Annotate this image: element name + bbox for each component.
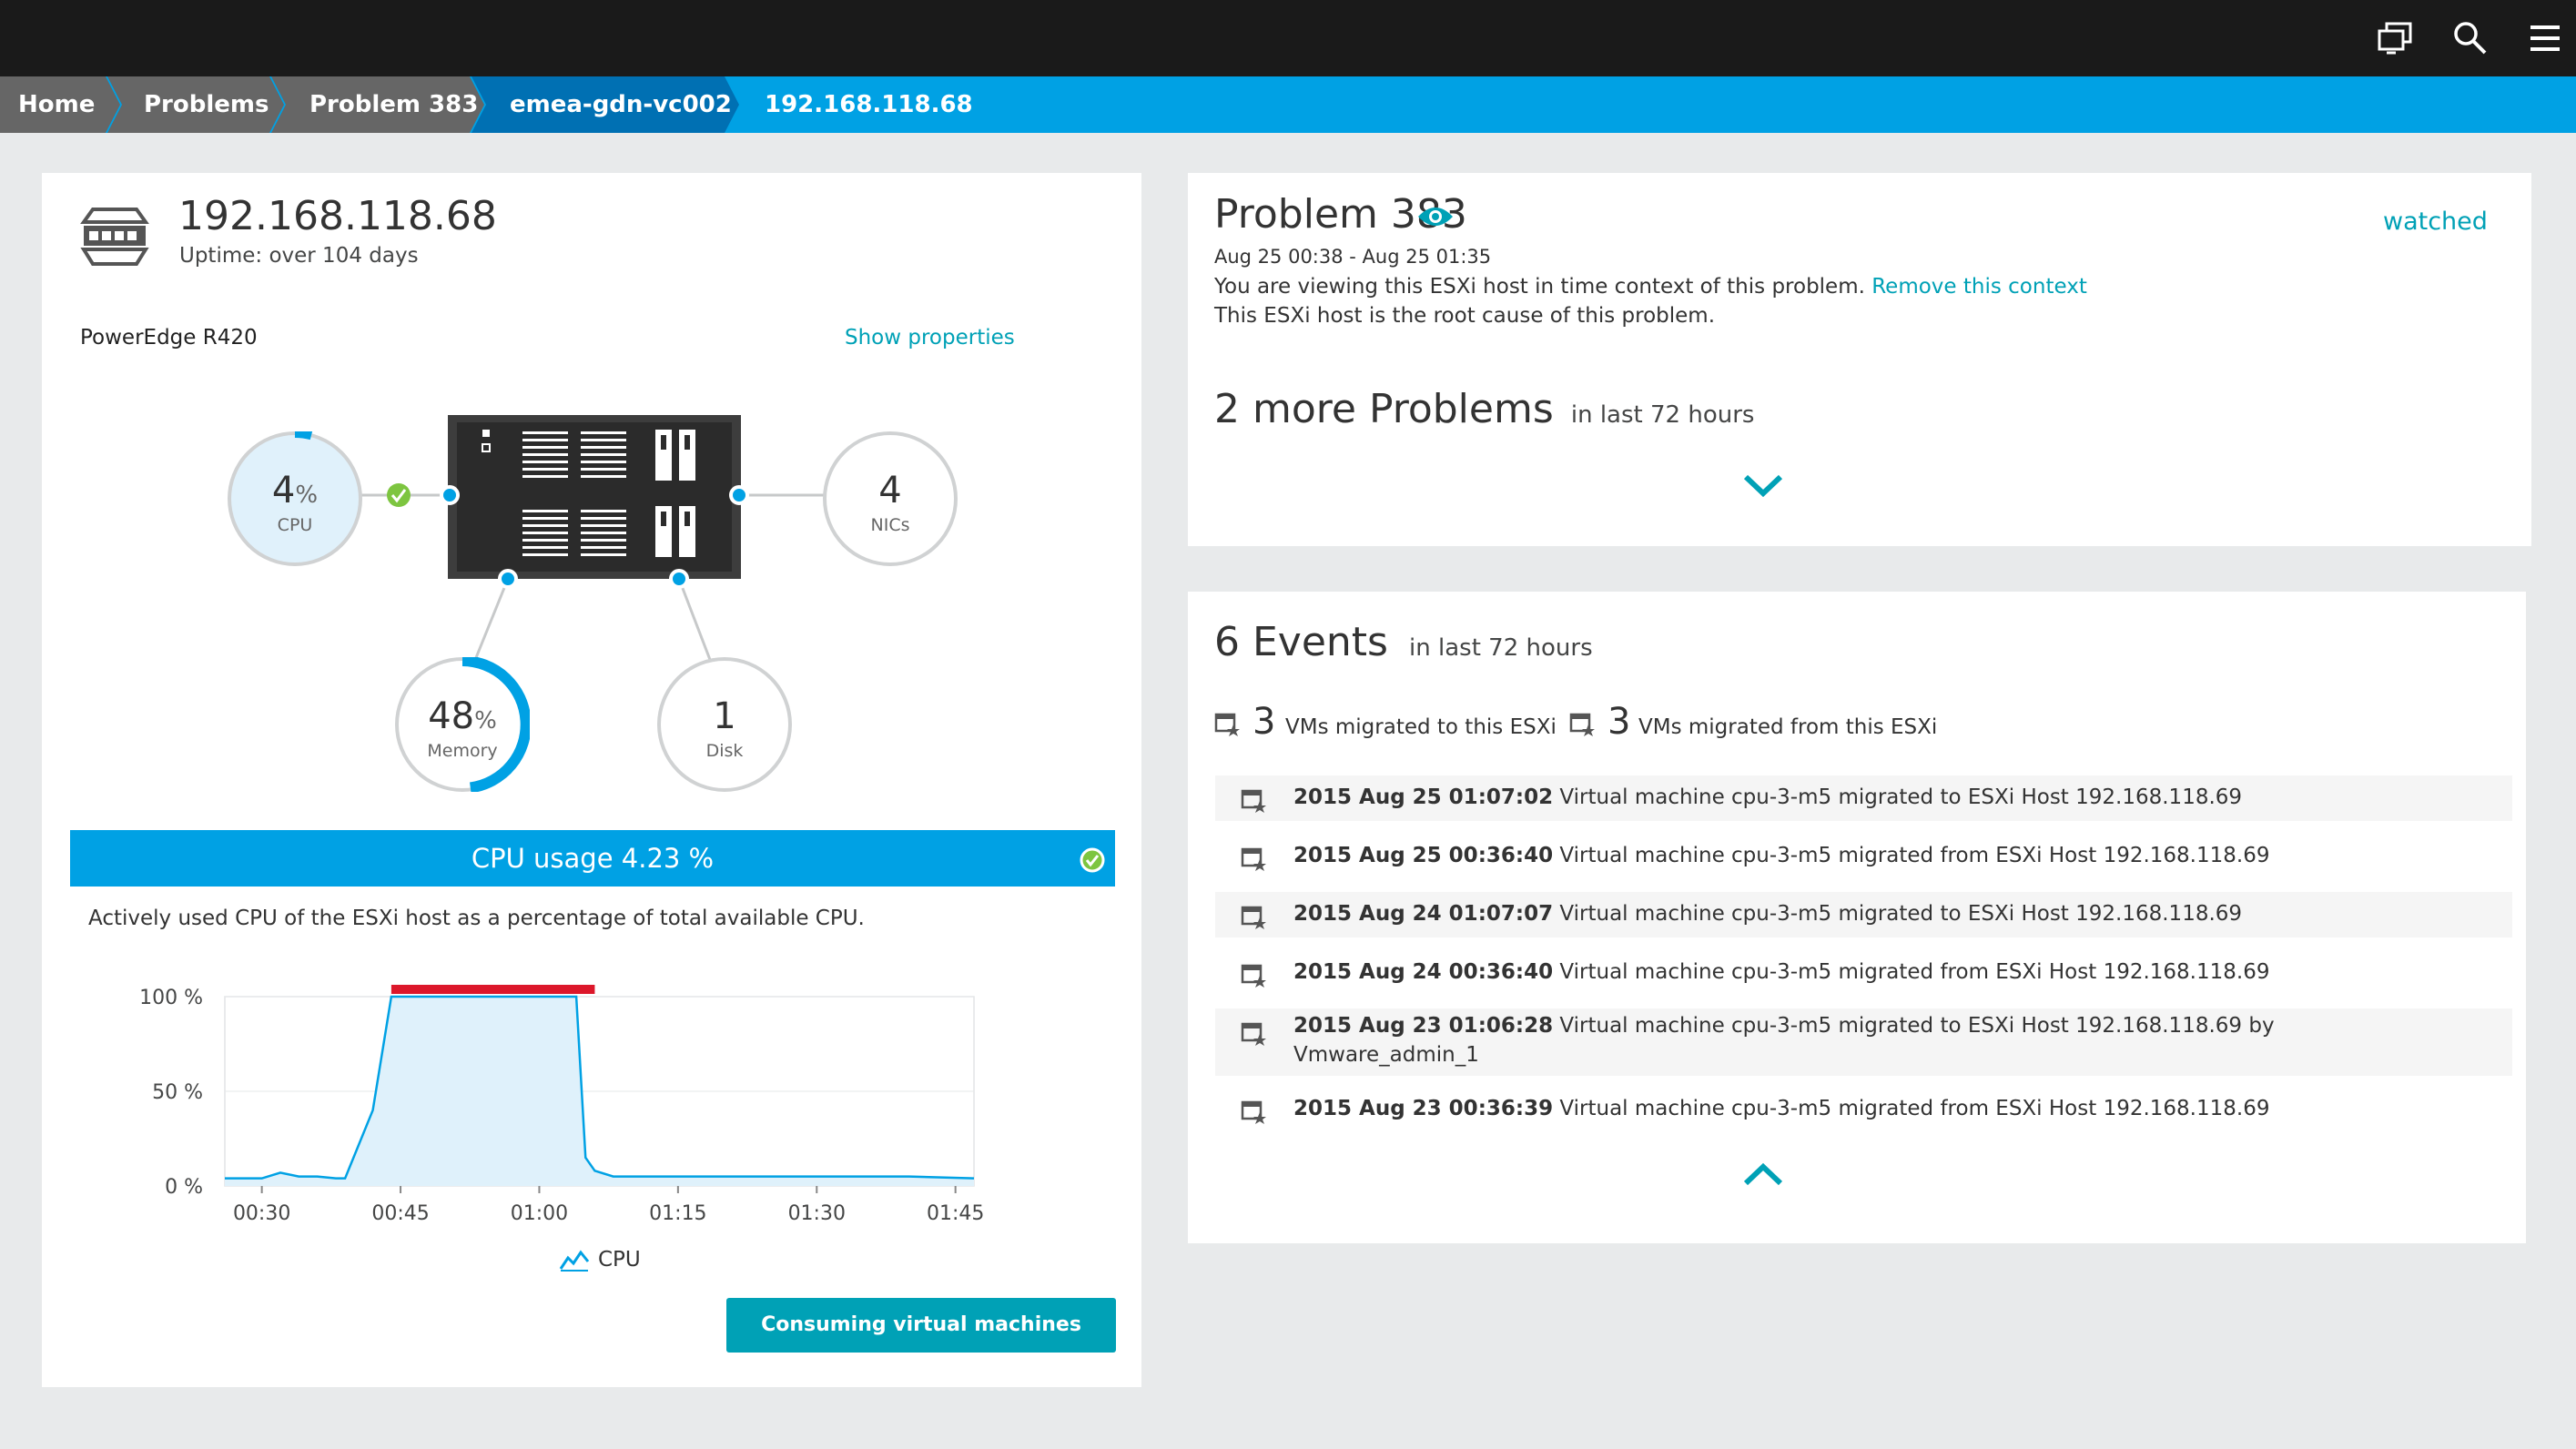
host-infographic: [357, 415, 827, 665]
host-icon: [80, 202, 149, 275]
event-calendar-icon: [1569, 713, 1595, 736]
host-title: 192.168.118.68: [178, 193, 497, 239]
expand-chevron-icon[interactable]: [1742, 471, 1784, 499]
x-tick-label: 01:45: [927, 1202, 984, 1225]
problem-context: You are viewing this ESXi host in time c…: [1214, 275, 2087, 299]
memory-ring: [461, 657, 530, 792]
collapse-chevron-icon[interactable]: [1742, 1161, 1784, 1189]
x-tick-label: 01:00: [511, 1202, 568, 1225]
host-model: PowerEdge R420: [80, 326, 258, 350]
event-row[interactable]: 2015 Aug 23 00:36:39 Virtual machine cpu…: [1215, 1087, 2512, 1132]
cpu-usage-ok-icon: [1080, 847, 1105, 873]
migrated-to-count: 3: [1253, 701, 1276, 743]
problem-time-range: Aug 25 00:38 - Aug 25 01:35: [1214, 246, 1492, 268]
event-row[interactable]: 2015 Aug 25 01:07:02 Virtual machine cpu…: [1215, 775, 2512, 821]
event-time: 2015 Aug 25 00:36:40: [1293, 844, 1554, 867]
x-tick-label: 01:15: [649, 1202, 706, 1225]
top-bar: [0, 0, 2576, 76]
consuming-vms-label: Consuming virtual machines: [761, 1313, 1081, 1336]
problem-root-cause: This ESXi host is the root cause of this…: [1214, 304, 1716, 328]
event-text: Virtual machine cpu-3-m5 migrated from E…: [1553, 844, 2270, 867]
event-time: 2015 Aug 24 00:36:40: [1293, 960, 1554, 984]
event-text: Virtual machine cpu-3-m5 migrated to ESX…: [1553, 1014, 2275, 1038]
problem-context-text: You are viewing this ESXi host in time c…: [1214, 275, 1865, 299]
cpu-usage-title: CPU usage 4.23 %: [471, 843, 715, 874]
event-calendar-icon: [1241, 789, 1266, 813]
disk-metric[interactable]: 1 Disk: [657, 657, 792, 792]
cpu-line: [225, 995, 975, 1180]
y-tick-label: 0 %: [165, 1176, 203, 1199]
event-row[interactable]: 2015 Aug 24 01:07:07 Virtual machine cpu…: [1215, 892, 2512, 937]
event-row[interactable]: 2015 Aug 23 01:06:28 Virtual machine cpu…: [1215, 1008, 2512, 1076]
host-uptime: Uptime: over 104 days: [179, 244, 419, 268]
y-tick-label: 50 %: [152, 1081, 203, 1104]
x-tick-label: 00:45: [371, 1202, 429, 1225]
breadcrumb: Home Problems Problem 383 emea-gdn-vc002…: [0, 76, 2576, 133]
event-calendar-icon: [1241, 906, 1266, 929]
event-calendar-icon: [1241, 1022, 1266, 1046]
event-calendar-icon: [1241, 847, 1266, 871]
nics-metric[interactable]: 4 NICs: [823, 431, 958, 566]
cpu-indicator: [294, 431, 313, 441]
search-icon[interactable]: [2449, 16, 2492, 60]
event-calendar-icon: [1241, 1100, 1266, 1124]
event-time: 2015 Aug 23 00:36:39: [1293, 1097, 1554, 1120]
cpu-chart: 100 % 50 % 0 % 00:30 00:45 01:00 01:15 01:30 01…: [139, 985, 984, 1225]
event-text: Virtual machine cpu-3-m5 migrated from E…: [1553, 1097, 2270, 1120]
eye-icon[interactable]: [1416, 204, 1455, 229]
event-text: Virtual machine cpu-3-m5 migrated to ESX…: [1553, 902, 2243, 926]
cpu-legend-icon: [559, 1250, 590, 1272]
event-calendar-icon: [1214, 713, 1240, 736]
remove-context-link[interactable]: Remove this context: [1871, 275, 2087, 299]
more-problems-period: in last 72 hours: [1570, 401, 1755, 429]
consuming-vms-button[interactable]: Consuming virtual machines: [726, 1298, 1116, 1353]
event-time: 2015 Aug 25 01:07:02: [1293, 785, 1554, 809]
event-text: Virtual machine cpu-3-m5 migrated from E…: [1553, 960, 2270, 984]
event-text-continued: Vmware_admin_1: [1293, 1043, 1479, 1067]
problem-range-bar: [390, 985, 595, 994]
x-tick-label: 01:30: [788, 1202, 846, 1225]
event-row[interactable]: 2015 Aug 25 00:36:40 Virtual machine cpu…: [1215, 834, 2512, 879]
events-count: 6 Events: [1214, 619, 1388, 665]
screen-icon[interactable]: [2374, 16, 2418, 60]
cpu-ok-icon: [387, 483, 411, 507]
watched-toggle[interactable]: watched: [2383, 208, 2488, 236]
y-tick-label: 100 %: [139, 987, 203, 1009]
event-row[interactable]: 2015 Aug 24 00:36:40 Virtual machine cpu…: [1215, 950, 2512, 996]
show-properties-link[interactable]: Show properties: [845, 326, 1015, 350]
more-problems-count: 2 more Problems: [1214, 386, 1554, 432]
event-text: Virtual machine cpu-3-m5 migrated to ESX…: [1553, 785, 2243, 809]
event-time: 2015 Aug 24 01:07:07: [1293, 902, 1554, 926]
events-period: in last 72 hours: [1409, 634, 1593, 662]
events-title: 6 Events in last 72 hours: [1214, 619, 1593, 665]
migrated-to-label: VMs migrated to this ESXi: [1285, 715, 1557, 739]
x-tick-label: 00:30: [233, 1202, 290, 1225]
event-calendar-icon: [1241, 964, 1266, 988]
cpu-usage-description: Actively used CPU of the ESXi host as a …: [88, 907, 865, 930]
migrated-from-count: 3: [1607, 701, 1631, 743]
menu-icon[interactable]: [2523, 16, 2567, 60]
cpu-legend-label: CPU: [598, 1248, 641, 1272]
event-time: 2015 Aug 23 01:06:28: [1293, 1014, 1554, 1038]
more-problems-title: 2 more Problems in last 72 hours: [1214, 386, 1754, 432]
migrated-from-label: VMs migrated from this ESXi: [1638, 715, 1938, 739]
